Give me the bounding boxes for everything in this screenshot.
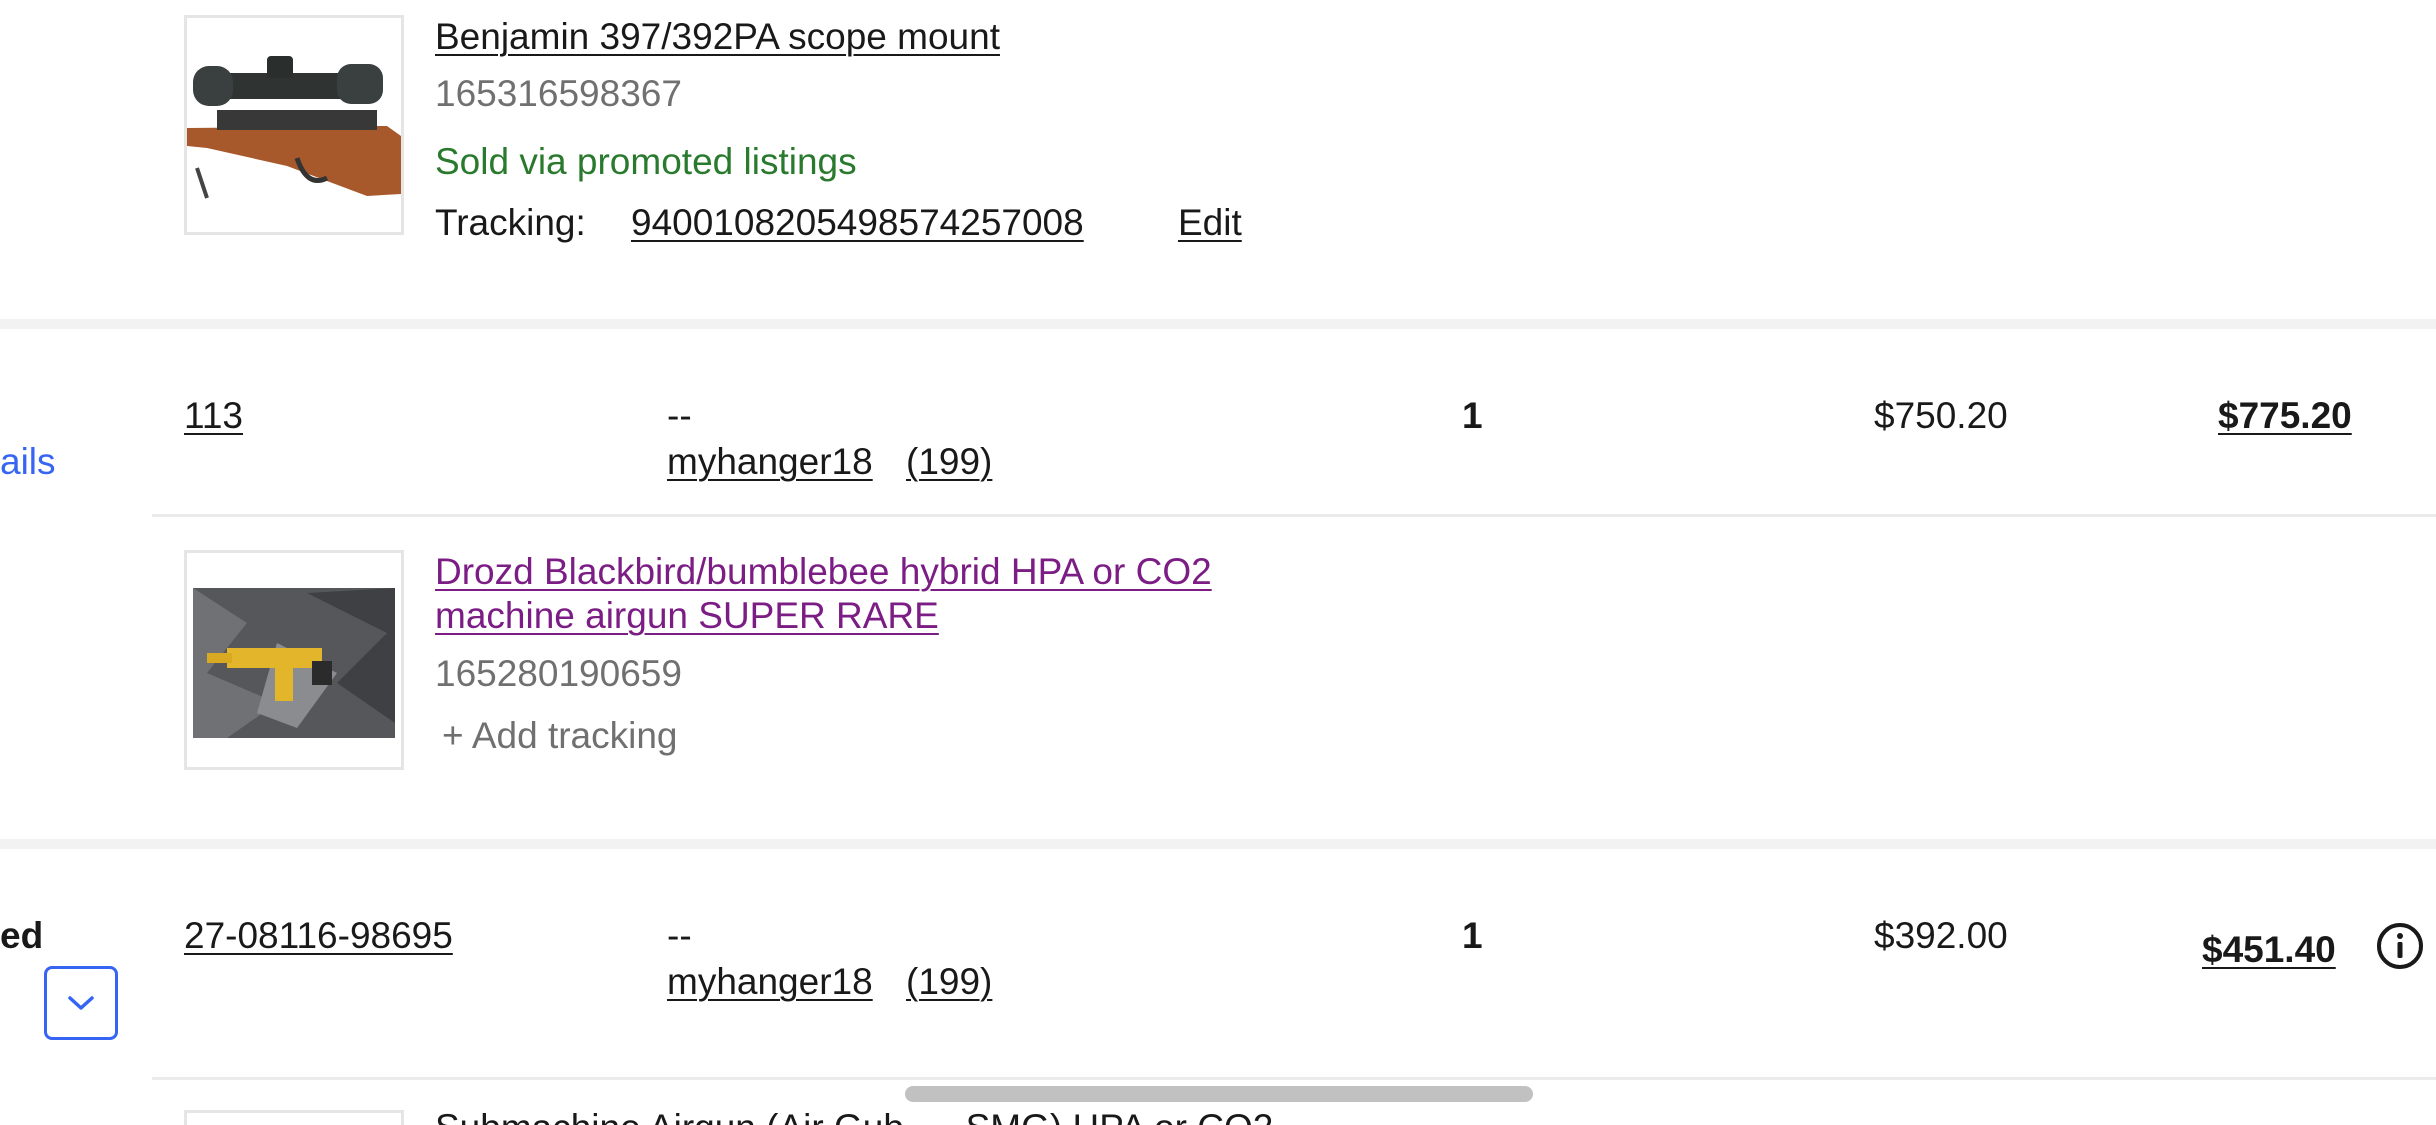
orders-page: Benjamin 397/392PA scope mount 165316598… <box>0 0 2436 1125</box>
order-divider <box>0 319 2436 329</box>
horizontal-scrollbar[interactable] <box>905 1086 1533 1102</box>
order-total-link[interactable]: $775.20 <box>2218 394 2352 438</box>
quantity: 1 <box>1462 395 1483 436</box>
order-total-link[interactable]: $451.40 <box>2202 928 2336 972</box>
item-title-link[interactable]: Benjamin 397/392PA scope mount <box>435 15 1000 59</box>
row-divider <box>152 1077 2436 1080</box>
order-details-link-partial[interactable]: ails <box>0 440 56 484</box>
buyer-username-link[interactable]: myhanger18 <box>667 440 873 484</box>
tracking-number-link[interactable]: 9400108205498574257008 <box>631 201 1084 245</box>
tracking-label: Tracking: <box>435 202 586 243</box>
order-number-link[interactable]: 113 <box>184 394 243 438</box>
airgun-image <box>187 553 401 767</box>
item-thumbnail-partial[interactable] <box>184 1110 404 1125</box>
item-thumbnail-scope-mount[interactable] <box>184 15 404 235</box>
buyer-feedback-link[interactable]: (199) <box>906 440 992 484</box>
order-number-link[interactable]: 27-08116-98695 <box>184 914 453 958</box>
row-divider <box>152 514 2436 517</box>
item-number: 165280190659 <box>435 653 682 694</box>
item-thumbnail-drozd[interactable] <box>184 550 404 770</box>
chevron-down-icon <box>68 996 94 1010</box>
item-number: 165316598367 <box>435 73 682 114</box>
item-title-link-partial[interactable]: Submachine Airgun (Air Gub..... SMG) HPA… <box>435 1106 1273 1125</box>
order-status-partial: ed <box>0 915 44 956</box>
item-price: $392.00 <box>1874 915 2008 956</box>
item-title-link-line1[interactable]: Drozd Blackbird/bumblebee hybrid HPA or … <box>435 550 1212 594</box>
promoted-listing-note: Sold via promoted listings <box>435 141 857 182</box>
buyer-feedback-link[interactable]: (199) <box>906 960 992 1004</box>
rifle-scope-image <box>187 18 401 232</box>
edit-tracking-link[interactable]: Edit <box>1178 201 1242 245</box>
item-title-link-line2[interactable]: machine airgun SUPER RARE <box>435 594 939 638</box>
order-dash: -- <box>667 915 692 956</box>
buyer-username-link[interactable]: myhanger18 <box>667 960 873 1004</box>
expand-order-button[interactable] <box>44 966 118 1040</box>
order-dash: -- <box>667 395 692 436</box>
add-tracking-button[interactable]: + Add tracking <box>442 714 678 758</box>
item-price: $750.20 <box>1874 395 2008 436</box>
quantity: 1 <box>1462 915 1483 956</box>
info-icon[interactable] <box>2376 922 2424 970</box>
order-divider <box>0 839 2436 849</box>
